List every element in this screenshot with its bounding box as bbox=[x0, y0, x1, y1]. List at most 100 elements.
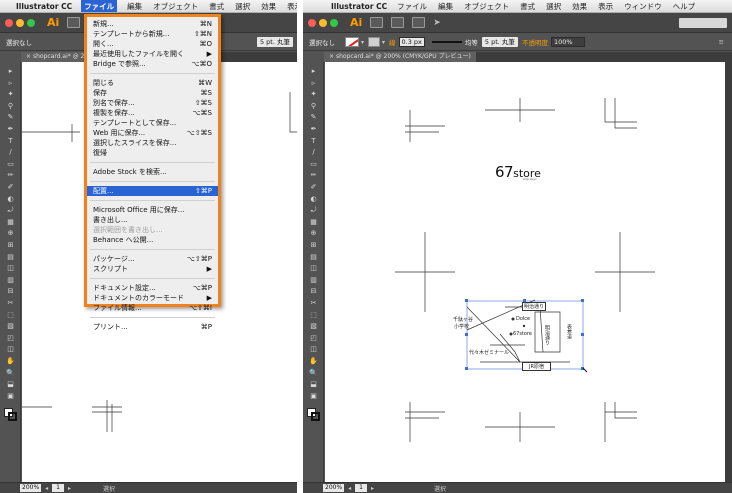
stroke-style-label[interactable]: 均等 bbox=[465, 37, 478, 47]
zoom-window-button[interactable] bbox=[27, 18, 35, 27]
chevron-down-icon[interactable]: ▾ bbox=[361, 39, 364, 46]
zoom-window-button[interactable] bbox=[330, 18, 338, 27]
file-menu-item[interactable]: パッケージ... ⌥⇧⌘P bbox=[93, 254, 212, 264]
tool-icon[interactable]: ⊕ bbox=[6, 230, 15, 237]
search-field[interactable] bbox=[679, 17, 727, 28]
stroke-swatch[interactable] bbox=[368, 37, 381, 47]
tool-icon[interactable]: ✐ bbox=[309, 184, 318, 191]
close-tab-icon[interactable]: × bbox=[26, 53, 33, 60]
file-menu-item[interactable]: 保存 ⌘S bbox=[93, 88, 212, 98]
tool-icon[interactable]: ✋ bbox=[309, 358, 318, 365]
file-menu-item[interactable]: 新規... ⌘N bbox=[93, 19, 212, 29]
tool-icon[interactable]: ✋ bbox=[6, 358, 15, 365]
file-menu-item[interactable]: 別名で保存... ⇧⌘S bbox=[93, 98, 212, 108]
tool-icon[interactable]: / bbox=[6, 149, 15, 156]
artboard-canvas[interactable]: 67store shop tokyo 明治通り 千駄ヶ谷 小学校 Dolce 6… bbox=[325, 62, 725, 482]
menu-file[interactable]: ファイル bbox=[81, 0, 118, 12]
minimize-window-button[interactable] bbox=[16, 18, 24, 27]
tool-icon[interactable]: ✦ bbox=[6, 91, 15, 98]
brush-dropdown[interactable]: 5 pt. 丸筆 bbox=[256, 37, 293, 47]
prev-artboard-icon[interactable]: ◂ bbox=[45, 485, 48, 492]
file-menu-item[interactable]: 閉じる ⌘W bbox=[93, 78, 212, 88]
menu-window[interactable]: ウィンドウ bbox=[623, 1, 663, 12]
file-menu-item[interactable]: ドキュメントのカラーモード ▶ bbox=[93, 293, 212, 303]
tool-icon[interactable]: ✐ bbox=[6, 184, 15, 191]
app-menu[interactable]: Illustrator CC bbox=[16, 2, 72, 11]
stock-icon[interactable] bbox=[391, 17, 405, 28]
bridge-icon[interactable] bbox=[67, 17, 81, 28]
tool-icon[interactable]: ▹ bbox=[309, 79, 318, 86]
tool-icon[interactable]: ▦ bbox=[309, 218, 318, 225]
tool-icon[interactable]: ▸ bbox=[309, 68, 318, 75]
file-menu-item[interactable]: ファイル情報... ⌥⇧⌘I bbox=[93, 303, 212, 313]
stroke-profile-preview[interactable] bbox=[431, 41, 462, 43]
chevron-down-icon[interactable]: ▾ bbox=[382, 39, 385, 46]
fill-swatch[interactable] bbox=[345, 37, 359, 47]
opacity-label[interactable]: 不透明度 bbox=[522, 37, 548, 47]
file-menu-item[interactable]: 配置... ⇧⌘P bbox=[87, 186, 218, 196]
tool-icon[interactable]: ▤ bbox=[6, 253, 15, 260]
file-menu-item[interactable]: 最近使用したファイルを開く ▶ bbox=[93, 49, 212, 59]
tool-icon[interactable]: ✎ bbox=[6, 114, 15, 121]
menu-view[interactable]: 表示 bbox=[286, 1, 297, 12]
tool-icon[interactable]: ✒ bbox=[309, 126, 318, 133]
next-artboard-icon[interactable]: ▸ bbox=[371, 485, 374, 492]
menu-select[interactable]: 選択 bbox=[545, 1, 562, 12]
next-artboard-icon[interactable]: ▸ bbox=[68, 485, 71, 492]
menu-effect[interactable]: 効果 bbox=[260, 1, 277, 12]
file-menu-item[interactable]: テンプレートとして保存... bbox=[93, 118, 212, 128]
tool-icon[interactable]: ⬚ bbox=[6, 311, 15, 318]
tool-icon[interactable]: ▤ bbox=[309, 253, 318, 260]
tool-icon[interactable]: 🔍 bbox=[309, 369, 318, 376]
tool-icon[interactable]: ✏ bbox=[6, 172, 15, 179]
fill-stroke-icon[interactable] bbox=[4, 408, 17, 422]
tool-icon[interactable]: ◐ bbox=[6, 195, 15, 202]
tool-icon[interactable]: ▦ bbox=[6, 218, 15, 225]
tool-icon[interactable]: ▧ bbox=[6, 323, 15, 330]
vertical-scrollbar[interactable] bbox=[725, 62, 732, 482]
menu-select[interactable]: 選択 bbox=[234, 1, 251, 12]
tool-icon[interactable]: ✏ bbox=[309, 172, 318, 179]
fill-stroke-icon[interactable] bbox=[307, 408, 320, 422]
tool-icon[interactable]: ▹ bbox=[6, 79, 15, 86]
tool-icon[interactable]: ⊞ bbox=[309, 242, 318, 249]
tool-icon[interactable]: ◐ bbox=[309, 195, 318, 202]
file-menu-item[interactable]: プリント... ⌘P bbox=[93, 322, 212, 332]
tool-icon[interactable]: ▥ bbox=[309, 276, 318, 283]
tool-icon[interactable]: ⬓ bbox=[6, 381, 15, 388]
tool-icon[interactable]: T bbox=[309, 137, 318, 144]
tool-icon[interactable]: ⬚ bbox=[309, 311, 318, 318]
tool-icon[interactable]: T bbox=[6, 137, 15, 144]
tool-icon[interactable]: ◫ bbox=[6, 265, 15, 272]
tool-icon[interactable]: ✂ bbox=[6, 300, 15, 307]
menu-object[interactable]: オブジェクト bbox=[152, 1, 199, 12]
tool-icon[interactable]: ▧ bbox=[309, 323, 318, 330]
file-menu-item[interactable]: Microsoft Office 用に保存... bbox=[93, 205, 212, 215]
menu-type[interactable]: 書式 bbox=[208, 1, 225, 12]
tool-icon[interactable]: ⚲ bbox=[309, 102, 318, 109]
brush-dropdown[interactable]: 5 pt. 丸筆 bbox=[481, 37, 518, 47]
menu-object[interactable]: オブジェクト bbox=[463, 1, 510, 12]
tool-icon[interactable]: ⚲ bbox=[6, 102, 15, 109]
tool-icon[interactable]: ⬓ bbox=[309, 381, 318, 388]
tool-icon[interactable]: ◰ bbox=[6, 334, 15, 341]
zoom-level-field[interactable]: 200% bbox=[323, 484, 345, 492]
document-tab[interactable]: × shopcard.ai* @ 200% (CMYK/GPU プレビュー) bbox=[324, 52, 476, 62]
file-menu-item[interactable]: 書き出し... bbox=[93, 215, 212, 225]
tool-icon[interactable]: ▭ bbox=[309, 160, 318, 167]
tool-icon[interactable]: ⊟ bbox=[6, 288, 15, 295]
tool-icon[interactable]: ◫ bbox=[309, 346, 318, 353]
close-window-button[interactable] bbox=[308, 18, 316, 27]
app-menu[interactable]: Illustrator CC bbox=[331, 2, 387, 11]
file-menu-item[interactable]: ドキュメント設定... ⌥⌘P bbox=[93, 283, 212, 293]
prev-artboard-icon[interactable]: ◂ bbox=[348, 485, 351, 492]
tool-icon[interactable]: ⊕ bbox=[309, 230, 318, 237]
file-menu-item[interactable]: 選択したスライスを保存... bbox=[93, 138, 212, 148]
file-menu-item[interactable]: 複製を保存... ⌥⌘S bbox=[93, 108, 212, 118]
file-menu-item[interactable]: Web 用に保存... ⌥⇧⌘S bbox=[93, 128, 212, 138]
stroke-label[interactable]: 線 bbox=[389, 37, 396, 47]
tool-icon[interactable]: ✦ bbox=[309, 91, 318, 98]
tool-icon[interactable]: ⊟ bbox=[309, 288, 318, 295]
menu-edit[interactable]: 編集 bbox=[437, 1, 454, 12]
tool-icon[interactable]: ▣ bbox=[6, 392, 15, 399]
